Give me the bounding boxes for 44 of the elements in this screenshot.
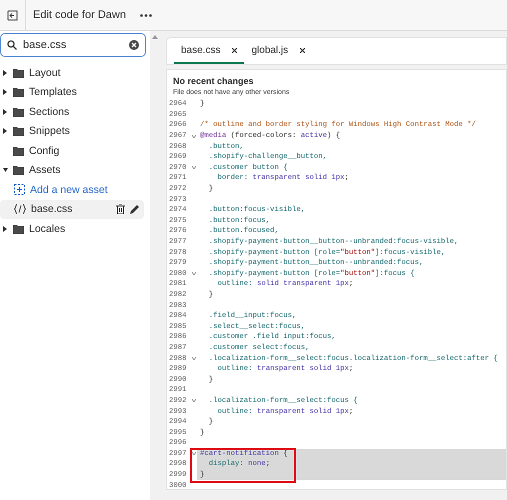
close-icon[interactable]	[300, 48, 306, 52]
add-file-icon	[14, 184, 25, 196]
folder-item[interactable]: Locales	[0, 219, 144, 238]
caret-icon[interactable]	[3, 226, 8, 232]
fold-icon[interactable]	[192, 166, 196, 170]
code-file-icon	[14, 204, 26, 214]
folder-item[interactable]: Assets	[0, 160, 144, 180]
more-icon[interactable]	[140, 14, 152, 16]
folder-icon	[13, 87, 24, 98]
history-title: No recent changes	[173, 76, 255, 86]
folder-item[interactable]: Layout	[0, 63, 144, 82]
add-asset-link[interactable]: Add a new asset	[0, 180, 144, 200]
caret-icon[interactable]	[3, 128, 8, 134]
file-item[interactable]: base.css	[0, 200, 144, 219]
fold-icon[interactable]	[192, 357, 196, 360]
clear-icon[interactable]	[129, 40, 139, 50]
file-tab[interactable]: global.js	[244, 38, 312, 64]
file-tab[interactable]: base.css	[174, 38, 244, 64]
folder-icon	[13, 106, 24, 117]
folder-icon	[13, 146, 24, 156]
caret-icon[interactable]	[3, 167, 8, 174]
folder-icon	[13, 224, 24, 234]
fold-icon[interactable]	[192, 272, 196, 276]
code-editor[interactable]	[166, 98, 507, 490]
caret-icon[interactable]	[3, 89, 8, 96]
folder-item[interactable]: Sections	[0, 102, 144, 122]
folder-item[interactable]: Snippets	[0, 122, 144, 141]
fold-icon[interactable]	[192, 399, 196, 402]
trash-icon[interactable]	[116, 204, 125, 214]
folder-item[interactable]: Config	[0, 141, 144, 160]
fold-icon[interactable]	[192, 452, 196, 456]
search-field[interactable]: base.css	[0, 33, 146, 57]
search-icon	[7, 40, 17, 50]
fold-icon[interactable]	[192, 134, 196, 138]
folder-icon	[13, 165, 24, 176]
folder-icon	[13, 126, 24, 136]
page-title: Edit code for Dawn	[33, 9, 126, 21]
close-icon[interactable]	[232, 48, 238, 52]
exit-icon[interactable]	[7, 10, 18, 20]
caret-icon[interactable]	[3, 70, 8, 76]
folder-item[interactable]: Templates	[0, 82, 144, 102]
caret-icon[interactable]	[3, 108, 8, 115]
folder-icon	[13, 68, 24, 78]
pencil-icon[interactable]	[130, 204, 140, 214]
